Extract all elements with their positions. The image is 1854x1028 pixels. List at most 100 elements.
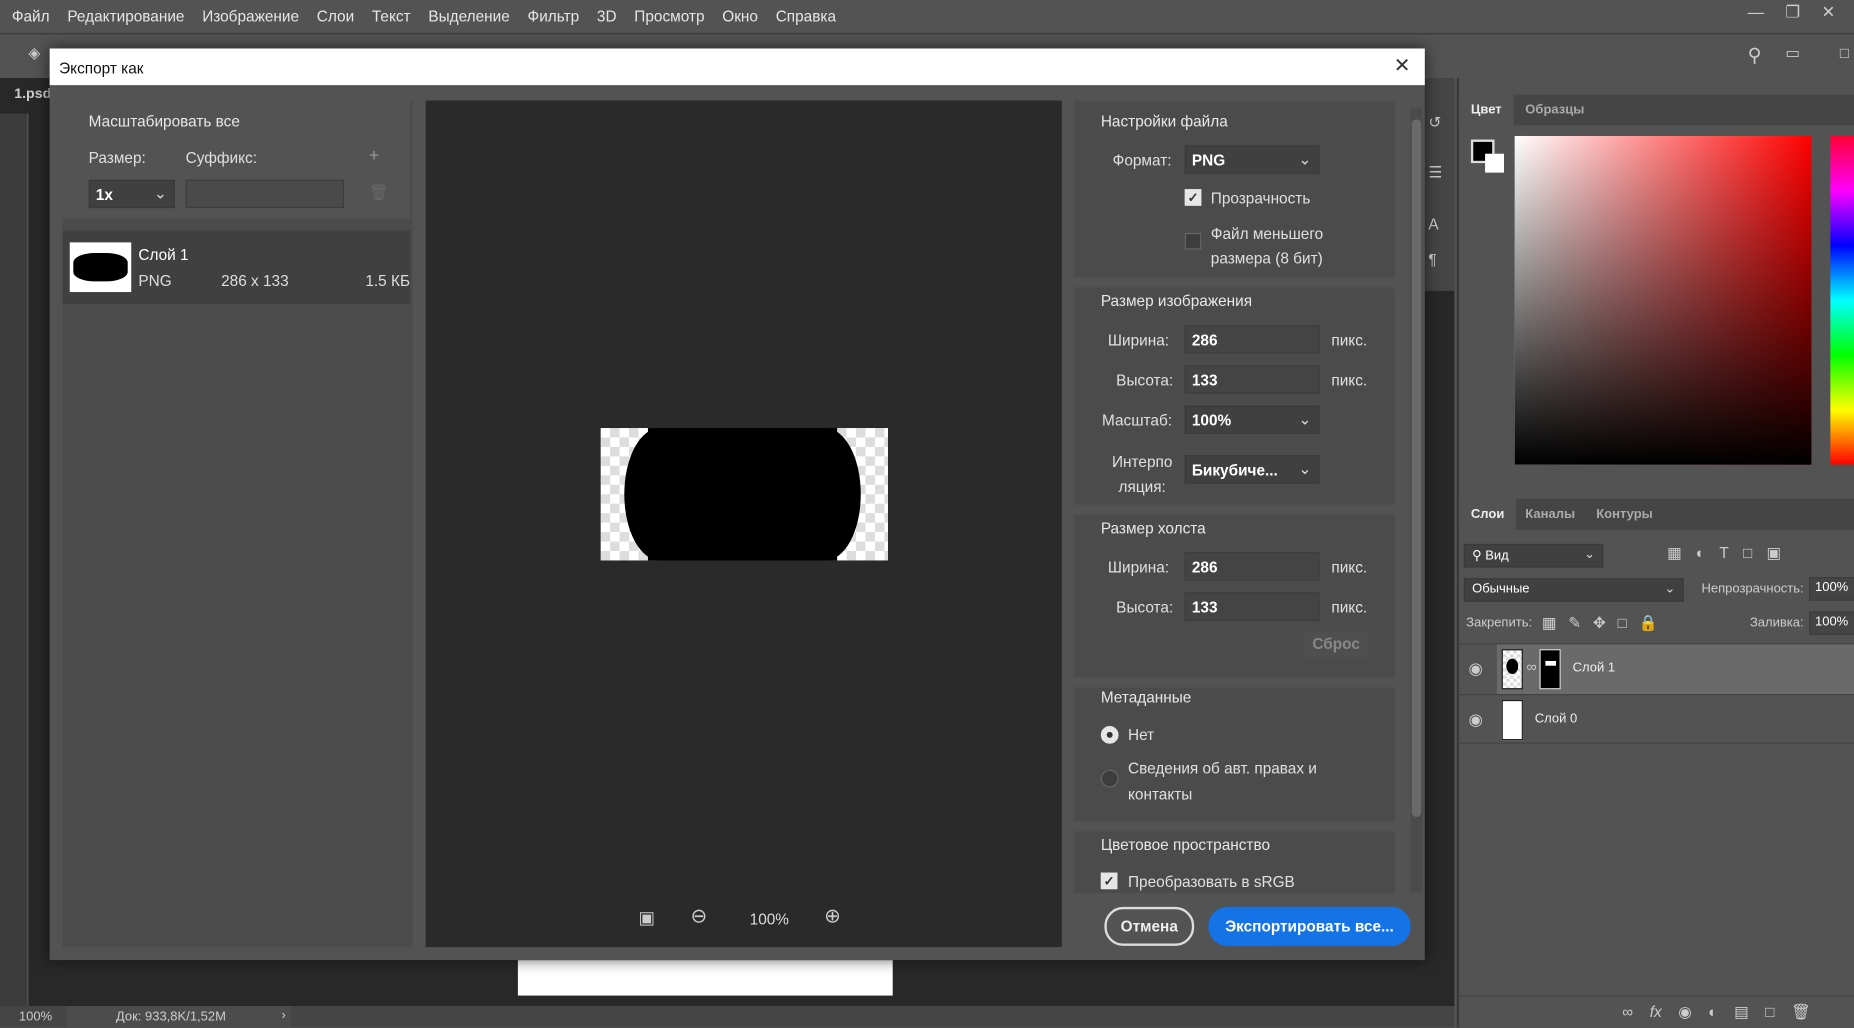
paragraph-icon[interactable]: ¶: [1428, 251, 1436, 269]
smart-object-filter-icon[interactable]: ▣: [1766, 544, 1781, 563]
type-filter-icon[interactable]: T: [1719, 544, 1728, 563]
image-width-input[interactable]: 286: [1184, 325, 1320, 354]
minimize-icon[interactable]: —: [1748, 2, 1765, 22]
tab-color[interactable]: Цвет: [1459, 94, 1514, 126]
lock-transparency-icon[interactable]: ▦: [1542, 614, 1557, 633]
add-mask-icon[interactable]: ◉: [1678, 1003, 1691, 1022]
eye-icon[interactable]: ◉: [1469, 709, 1483, 729]
preview-zoom[interactable]: 100%: [750, 910, 789, 928]
layer-filter-select[interactable]: ⚲ Вид ⌄: [1463, 543, 1604, 568]
search-icon[interactable]: ⚲: [1748, 44, 1762, 68]
reset-button[interactable]: Сброс: [1304, 631, 1369, 658]
adjustment-layer-icon[interactable]: ◐: [1708, 1003, 1717, 1022]
menu-file[interactable]: Файл: [12, 7, 50, 25]
chevron-down-icon: ⌄: [1298, 150, 1312, 168]
scale-select[interactable]: 100% ⌄: [1184, 405, 1320, 434]
export-as-dialog: Экспорт как ✕ Масштабировать все Размер:…: [49, 48, 1425, 961]
dialog-titlebar: Экспорт как ✕: [49, 48, 1425, 86]
menu-filter[interactable]: Фильтр: [528, 7, 580, 25]
image-filter-icon[interactable]: ▦: [1667, 544, 1682, 563]
lock-paint-icon[interactable]: ✎: [1568, 614, 1581, 633]
fit-view-icon[interactable]: ▣: [638, 907, 655, 928]
blend-mode-select[interactable]: Обычные ⌄: [1463, 578, 1684, 602]
export-item-row[interactable]: Слой 1 PNG 286 x 133 1.5 КБ: [62, 230, 411, 304]
opacity-input[interactable]: 100%: [1809, 577, 1854, 601]
settings-scrollbar[interactable]: [1410, 107, 1423, 893]
scrollbar-thumb[interactable]: [1411, 119, 1422, 818]
menu-window[interactable]: Окно: [722, 7, 758, 25]
export-all-button[interactable]: Экспортировать все...: [1208, 906, 1411, 946]
doc-size[interactable]: Док: 933,8K/1,52M: [66, 1006, 291, 1028]
smaller-file-checkbox[interactable]: [1184, 232, 1202, 250]
layer-name[interactable]: Слой 1: [1573, 661, 1615, 675]
tab-layers[interactable]: Слои: [1459, 498, 1517, 530]
fill-input[interactable]: 100%: [1809, 611, 1854, 635]
canvas-height-input[interactable]: 133: [1184, 592, 1320, 621]
metadata-copyright-radio[interactable]: [1100, 769, 1119, 788]
document-tab[interactable]: 1.psd: [14, 85, 51, 102]
group-folder-icon[interactable]: ▤: [1734, 1003, 1749, 1022]
add-scale-icon[interactable]: +: [369, 145, 379, 165]
srgb-checkbox[interactable]: ✓: [1100, 872, 1118, 890]
menu-layers[interactable]: Слои: [317, 7, 354, 25]
menu-3d[interactable]: 3D: [597, 7, 617, 25]
zoom-out-icon[interactable]: ⊖: [691, 905, 708, 929]
menu-type[interactable]: Текст: [372, 7, 411, 25]
tab-paths[interactable]: Контуры: [1584, 499, 1664, 530]
shape-filter-icon[interactable]: □: [1743, 544, 1752, 563]
character-icon[interactable]: A: [1428, 215, 1438, 233]
zoom-level[interactable]: 100%: [19, 1010, 52, 1024]
menu-edit[interactable]: Редактирование: [67, 7, 184, 25]
close-icon[interactable]: ✕: [1394, 54, 1411, 78]
restore-icon[interactable]: ❐: [1785, 2, 1800, 22]
canvas-size-header: Размер холста: [1100, 519, 1206, 537]
workspace-icon[interactable]: ▭: [1785, 44, 1800, 63]
tab-swatches[interactable]: Образцы: [1513, 95, 1596, 126]
link-icon[interactable]: ∞: [1526, 659, 1536, 676]
height-label: Высота:: [1116, 371, 1174, 390]
new-layer-icon[interactable]: □: [1765, 1003, 1774, 1022]
lock-artboard-icon[interactable]: □: [1618, 614, 1627, 633]
image-height-input[interactable]: 133: [1184, 365, 1320, 394]
history-icon[interactable]: ↺: [1428, 114, 1441, 133]
layer-row[interactable]: ◉ Слой 0: [1459, 694, 1854, 744]
trash-icon[interactable]: 🗑: [1791, 1003, 1811, 1022]
srgb-label: Преобразовать в sRGB: [1128, 872, 1295, 891]
zoom-in-icon[interactable]: ⊕: [824, 905, 841, 929]
menu-select[interactable]: Выделение: [428, 7, 509, 25]
properties-icon[interactable]: ☰: [1428, 163, 1442, 182]
menu-view[interactable]: Просмотр: [634, 7, 704, 25]
lock-move-icon[interactable]: ✥: [1593, 614, 1606, 633]
metadata-none-radio[interactable]: [1100, 725, 1119, 744]
eye-icon[interactable]: ◉: [1469, 659, 1483, 679]
size-label: Размер:: [88, 148, 146, 167]
suffix-input[interactable]: [185, 179, 345, 209]
color-picker-field[interactable]: [1514, 135, 1812, 465]
adjustment-filter-icon[interactable]: ◐: [1696, 544, 1705, 563]
trash-icon[interactable]: 🗑: [369, 183, 389, 202]
link-layers-icon[interactable]: ∞: [1622, 1003, 1633, 1022]
menu-image[interactable]: Изображение: [202, 7, 299, 25]
interpolation-select[interactable]: Бикубиче... ⌄: [1184, 455, 1320, 484]
chevron-down-icon: ⌄: [1584, 547, 1596, 562]
size-select[interactable]: 1x ⌄: [88, 179, 175, 209]
transparency-checkbox[interactable]: ✓: [1184, 189, 1202, 206]
close-window-icon[interactable]: ✕: [1822, 2, 1836, 22]
format-select[interactable]: PNG ⌄: [1184, 145, 1320, 174]
menu-help[interactable]: Справка: [776, 7, 836, 25]
file-settings-header: Настройки файла: [1100, 112, 1228, 131]
background-color[interactable]: [1485, 153, 1505, 173]
status-arrow-icon[interactable]: ›: [281, 1009, 285, 1023]
layer-mask-thumbnail[interactable]: [1539, 649, 1561, 690]
layer-name[interactable]: Слой 0: [1535, 712, 1577, 726]
scale-label: Масштаб:: [1101, 411, 1173, 430]
share-icon[interactable]: □: [1840, 44, 1849, 62]
fx-icon[interactable]: fx: [1650, 1003, 1662, 1022]
hue-slider[interactable]: [1830, 135, 1854, 465]
paint-bucket-icon[interactable]: ◈: [28, 44, 40, 63]
lock-all-icon[interactable]: 🔒: [1639, 614, 1658, 633]
cancel-button[interactable]: Отмена: [1104, 906, 1195, 946]
layer-row[interactable]: ◉ ∞ Слой 1: [1459, 643, 1854, 695]
canvas-width-input[interactable]: 286: [1184, 552, 1320, 581]
tab-channels[interactable]: Каналы: [1513, 499, 1586, 530]
